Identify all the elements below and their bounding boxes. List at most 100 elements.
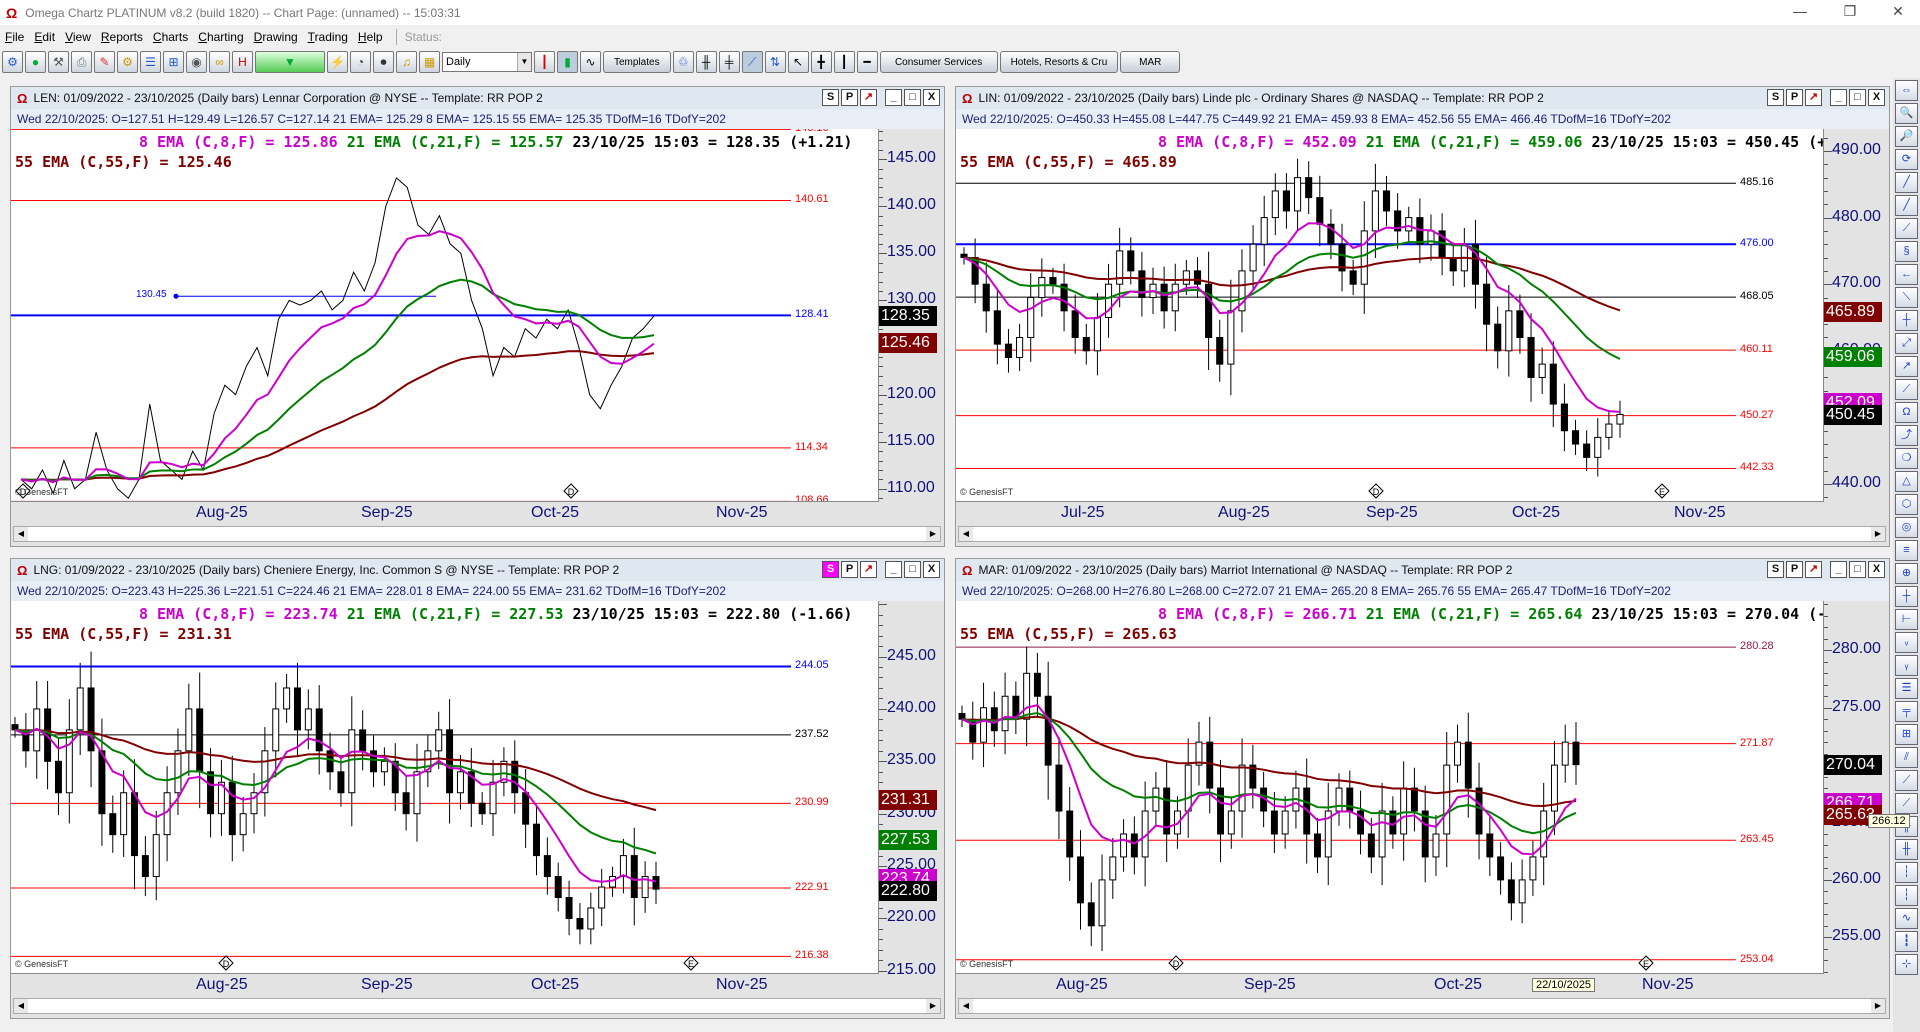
fan-icon[interactable]: ⟋ <box>1895 770 1918 791</box>
price-axis[interactable]: 145.00140.00135.00130.00125.00120.00115.… <box>879 129 946 502</box>
bell-icon[interactable]: ♫ <box>396 51 417 73</box>
maximize-button[interactable]: □ <box>1849 561 1866 578</box>
price-plot[interactable]: DE 8 EMA (C,8,F) = 266.71 21 EMA (C,21,F… <box>956 601 1824 974</box>
close-button[interactable]: X <box>923 561 940 578</box>
horizontal-line-icon[interactable]: ━ <box>856 51 878 73</box>
printer-icon[interactable]: ⎙ <box>71 51 92 73</box>
zoom-out-icon[interactable]: 🔎 <box>1895 126 1918 147</box>
alerts-icon[interactable]: ▦ <box>419 51 440 73</box>
scroll-right-icon[interactable]: ▶ <box>1871 527 1885 541</box>
extend-icon[interactable]: ⤢ <box>1895 333 1918 354</box>
maximize-button[interactable]: □ <box>904 561 921 578</box>
candle-chart-icon[interactable]: ▮ <box>557 51 578 73</box>
recycle-icon[interactable]: ♲ <box>672 51 694 73</box>
price-plot[interactable]: DE 8 EMA (C,8,F) = 452.09 21 EMA (C,21,F… <box>956 129 1824 502</box>
scale-icon[interactable]: ⇅ <box>764 51 786 73</box>
plus-icon[interactable]: ⊕ <box>1895 563 1918 584</box>
minimize-button[interactable]: _ <box>1830 561 1847 578</box>
tab-hotels-resorts[interactable]: Hotels, Resorts & Cru <box>999 51 1119 73</box>
p-button[interactable]: P <box>841 89 858 106</box>
measure-icon[interactable]: ┇ <box>1895 931 1918 952</box>
close-button[interactable]: X <box>1868 89 1885 106</box>
arrow-icon[interactable]: ↗ <box>1895 356 1918 377</box>
target-icon[interactable]: ◎ <box>1895 517 1918 538</box>
arrow-left-icon[interactable]: ← <box>1895 264 1918 285</box>
link-icon[interactable]: ∞ <box>209 51 230 73</box>
horizontal-scrollbar[interactable]: ◀ ▶ <box>13 998 941 1014</box>
menu-help[interactable]: Help <box>353 30 388 44</box>
price-plot[interactable]: DD 8 EMA (C,8,F) = 125.86 21 EMA (C,21,F… <box>11 129 879 502</box>
s-button[interactable]: S <box>822 89 839 106</box>
levels-icon[interactable]: ≡ <box>1895 540 1918 561</box>
pop-out-icon[interactable]: ↗ <box>860 89 877 106</box>
p-button[interactable]: P <box>1786 561 1803 578</box>
menu-reports[interactable]: Reports <box>96 30 148 44</box>
parallel-lines-icon[interactable]: ⫽ <box>1895 747 1918 768</box>
menu-drawing[interactable]: Drawing <box>249 30 303 44</box>
zoom-out-bars-icon[interactable]: ╪ <box>718 51 740 73</box>
zoom-in-bars-icon[interactable]: ╫ <box>695 51 717 73</box>
menu-file[interactable]: File <box>0 30 29 44</box>
templates-button[interactable]: Templates <box>603 51 671 73</box>
p-button[interactable]: P <box>1786 89 1803 106</box>
traffic-light-icon[interactable]: ● <box>25 51 46 73</box>
trend-icon[interactable]: ⟋ <box>741 51 763 73</box>
close-button[interactable]: X <box>923 89 940 106</box>
maximize-button[interactable]: □ <box>1849 89 1866 106</box>
price-plot[interactable]: DE 8 EMA (C,8,F) = 223.74 21 EMA (C,21,F… <box>11 601 879 974</box>
menu-charts[interactable]: Charts <box>148 30 193 44</box>
omega-icon[interactable]: Ω <box>1895 402 1918 423</box>
cross-icon[interactable]: ┼ <box>1895 586 1918 607</box>
period-select[interactable]: Daily ▼ <box>442 52 532 72</box>
ladder-icon[interactable]: H <box>232 51 253 73</box>
close-button[interactable]: ✕ <box>1878 0 1918 25</box>
channel-icon[interactable]: ⟋ <box>1895 218 1918 239</box>
chart-window-header[interactable]: Ω LIN: 01/09/2022 - 23/10/2025 (Daily bar… <box>956 87 1889 109</box>
record-icon[interactable]: ⏺ <box>373 51 394 73</box>
crosshair-icon[interactable]: ┼ <box>1895 310 1918 331</box>
chart-window-header[interactable]: Ω LNG: 01/09/2022 - 23/10/2025 (Daily bar… <box>11 559 944 581</box>
cycles-icon[interactable]: ┆ <box>1895 862 1918 883</box>
scroll-right-icon[interactable]: ▶ <box>926 999 940 1013</box>
circle-icon[interactable]: ❍ <box>1895 448 1918 469</box>
pan-icon[interactable]: ⇔ <box>1895 80 1918 101</box>
vertical-line-icon[interactable]: ┃ <box>833 51 855 73</box>
gauge-icon[interactable]: ◔ <box>350 51 371 73</box>
minimize-button[interactable]: _ <box>885 561 902 578</box>
price-axis[interactable]: 280.00275.00270.00265.00260.00255.00270.… <box>1824 601 1910 974</box>
line-chart-icon[interactable]: ∿ <box>580 51 601 73</box>
close-button[interactable]: X <box>1868 561 1885 578</box>
cycle-lines-icon[interactable]: ┆ <box>1895 885 1918 906</box>
curve-icon[interactable]: ⤴ <box>1895 425 1918 446</box>
restore-button[interactable]: ❐ <box>1830 0 1870 25</box>
menu-view[interactable]: View <box>60 30 96 44</box>
chart-window-header[interactable]: Ω LEN: 01/09/2022 - 23/10/2025 (Daily bar… <box>11 87 944 109</box>
trendline-icon[interactable]: ╱ <box>1895 172 1918 193</box>
menu-trading[interactable]: Trading <box>303 30 353 44</box>
grid-icon[interactable]: ⊞ <box>1895 724 1918 745</box>
pointer-icon[interactable]: ↖ <box>787 51 809 73</box>
scroll-left-icon[interactable]: ◀ <box>14 527 28 541</box>
minimize-button[interactable]: _ <box>885 89 902 106</box>
tools-icon[interactable]: ⚒ <box>48 51 69 73</box>
lightning-icon[interactable]: ⚡ <box>327 51 348 73</box>
minimize-button[interactable]: — <box>1780 0 1820 25</box>
time-zones-icon[interactable]: ╫ <box>1895 839 1918 860</box>
parallel-icon[interactable]: ⟋ <box>1895 379 1918 400</box>
angle-line-icon[interactable]: ⟍ <box>1895 287 1918 308</box>
price-axis[interactable]: 490.00480.00470.00460.00450.00440.00465.… <box>1824 129 1891 502</box>
scroll-left-icon[interactable]: ◀ <box>959 999 973 1013</box>
horizontal-scrollbar[interactable]: ◀ ▶ <box>13 526 941 542</box>
gann-fan-icon[interactable]: ⟋ <box>1895 793 1918 814</box>
refresh-icon[interactable]: ⟳ <box>1895 149 1918 170</box>
s-button[interactable]: S <box>1767 561 1784 578</box>
volume-y-icon[interactable]: ᵧ <box>1895 655 1918 676</box>
p-button[interactable]: P <box>841 561 858 578</box>
chevron-down-icon[interactable]: ▼ <box>517 53 531 71</box>
triangle-icon[interactable]: △ <box>1895 471 1918 492</box>
scroll-left-icon[interactable]: ◀ <box>959 527 973 541</box>
ray-icon[interactable]: ╱ <box>1895 195 1918 216</box>
s-button[interactable]: S <box>822 561 839 578</box>
menu-edit[interactable]: Edit <box>29 30 60 44</box>
bar-chart-icon[interactable]: ┃ <box>534 51 555 73</box>
